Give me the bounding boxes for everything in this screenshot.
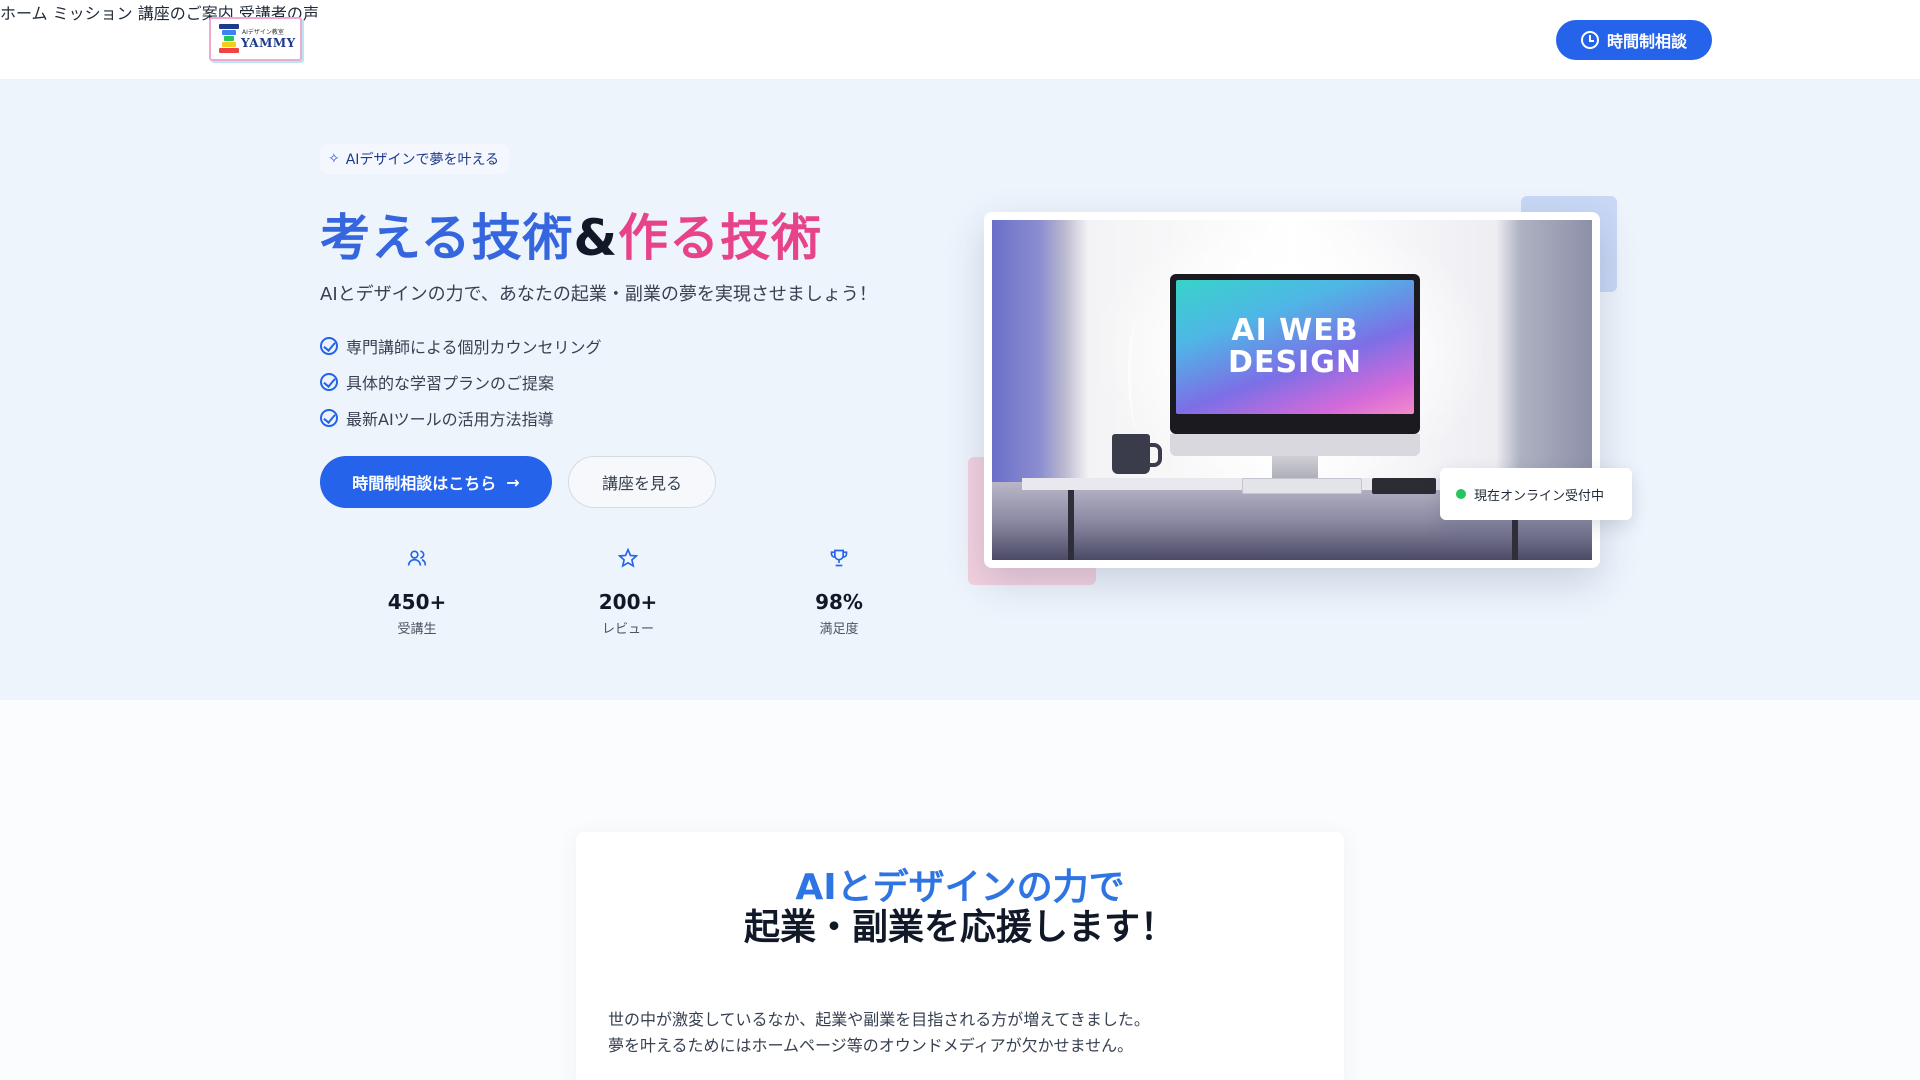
hero-badge-label: AIデザインで夢を叶える xyxy=(345,152,500,168)
stat-satisfaction: 98% 満足度 xyxy=(789,548,889,637)
consultation-button-label: 時間制相談はこちら xyxy=(352,474,497,493)
arrow-right-icon: → xyxy=(506,472,520,492)
check-circle-icon xyxy=(320,373,338,391)
status-dot-icon xyxy=(1456,489,1466,499)
consultation-button[interactable]: 時間制相談はこちら → xyxy=(320,456,552,508)
site-logo[interactable]: AIデザイン教室 YAMMY xyxy=(209,17,302,61)
header-consultation-label: 時間制相談 xyxy=(1606,32,1687,51)
hero-section xyxy=(0,80,1920,700)
star-icon xyxy=(578,547,678,570)
stat-value: 200+ xyxy=(598,590,658,614)
feature-label: 最新AIツールの活用方法指導 xyxy=(346,410,554,429)
stat-label: レビュー xyxy=(601,622,654,637)
screen-text-line1: AI WEB xyxy=(1231,313,1359,348)
screen-text-line2: DESIGN xyxy=(1228,345,1362,380)
keyboard-icon xyxy=(1242,478,1362,494)
feature-list: 専門講師による個別カウンセリング 具体的な学習プランのご提案 最新AIツールの活… xyxy=(320,328,602,436)
logo-name: YAMMY xyxy=(241,36,296,50)
hero-title: 考える技術&作る技術 xyxy=(320,198,822,270)
mission-paragraph: 世の中が激変しているなか、起業や副業を目指される方が増えてきました。 夢を叶える… xyxy=(608,1007,1150,1059)
feature-label: 具体的な学習プランのご提案 xyxy=(346,374,555,393)
users-icon xyxy=(367,548,467,570)
mission-paragraph-line2: 夢を叶えるためにはホームページ等のオウンドメディアが欠かせません。 xyxy=(608,1036,1134,1055)
check-circle-icon xyxy=(320,409,338,427)
nav-home[interactable]: ホーム xyxy=(0,4,48,23)
mug-icon xyxy=(1112,434,1162,474)
hero-title-ampersand: & xyxy=(573,209,619,267)
stat-students: 450+ 受講生 xyxy=(367,548,467,637)
hero-subtitle: AIとデザインの力で、あなたの起業・副業の夢を実現させましょう！ xyxy=(320,284,877,305)
logo-mark-icon xyxy=(219,24,239,54)
hero-title-part2: 作る技術 xyxy=(618,209,823,267)
feature-item: 具体的な学習プランのご提案 xyxy=(320,364,602,400)
feature-item: 専門講師による個別カウンセリング xyxy=(320,328,602,364)
view-courses-label: 講座を見る xyxy=(601,474,682,493)
stat-value: 98% xyxy=(815,590,863,614)
clock-icon xyxy=(1580,31,1599,49)
nav-mission[interactable]: ミッション xyxy=(53,4,133,23)
stat-value: 450+ xyxy=(387,590,447,614)
logo-tagline: AIデザイン教室 xyxy=(242,29,284,36)
monitor-illustration: AI WEB DESIGN xyxy=(1170,274,1420,434)
stat-label: 満足度 xyxy=(819,622,859,637)
mission-title-line2: 起業・副業を応援します！ xyxy=(743,907,1176,948)
mission-paragraph-line1: 世の中が激変しているなか、起業や副業を目指される方が増えてきました。 xyxy=(608,1010,1150,1029)
trophy-icon xyxy=(789,548,889,570)
view-courses-button[interactable]: 講座を見る xyxy=(568,456,716,508)
stat-label: 受講生 xyxy=(397,622,437,637)
check-circle-icon xyxy=(320,337,338,355)
feature-item: 最新AIツールの活用方法指導 xyxy=(320,400,602,436)
trackpad-icon xyxy=(1372,478,1436,494)
online-status-label: 現在オンライン受付中 xyxy=(1474,488,1605,504)
hero-badge: ✧ AIデザインで夢を叶える xyxy=(320,144,510,174)
header-consultation-button[interactable]: 時間制相談 xyxy=(1556,20,1712,60)
sparkle-icon: ✧ xyxy=(328,151,340,167)
site-header: AIデザイン教室 YAMMY ホーム ミッション 講座のご案内 受講者の声 時間… xyxy=(0,0,1920,80)
feature-label: 専門講師による個別カウンセリング xyxy=(346,338,602,357)
stat-reviews: 200+ レビュー xyxy=(578,547,678,637)
online-status-card: 現在オンライン受付中 xyxy=(1440,468,1632,520)
hero-title-part1: 考える技術 xyxy=(320,209,574,267)
